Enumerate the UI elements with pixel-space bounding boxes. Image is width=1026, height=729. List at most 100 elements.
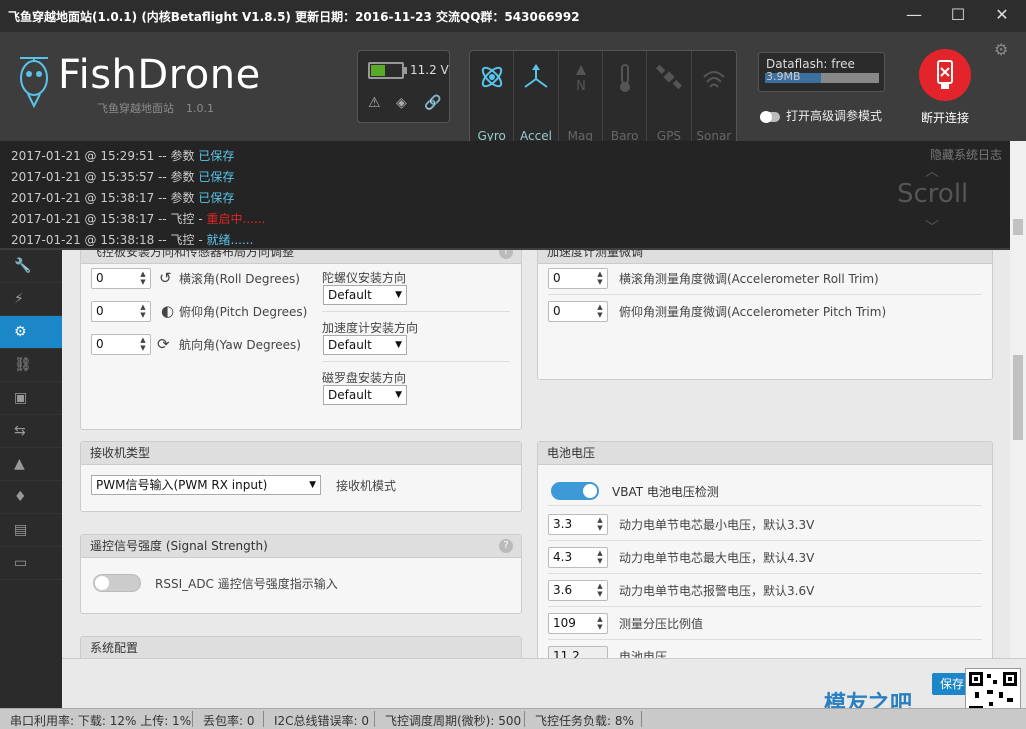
help-icon[interactable]: ?: [499, 539, 513, 553]
pitch-degrees-input[interactable]: 0 ▲ ▼: [91, 301, 151, 322]
expert-mode-switch[interactable]: [760, 110, 780, 123]
log-scroll-indicator: ︿ Scroll ﹀: [897, 155, 968, 243]
receiver-panel: 接收机类型 PWM信号输入(PWM RX input) ▼ 接收机模式: [80, 441, 522, 512]
cycle-time: 飞控调度周期(微秒): 500: [385, 714, 522, 728]
sensor-gyro: Gyro: [470, 51, 515, 150]
yaw-label: 航向角(Yaw Degrees): [179, 338, 301, 352]
acc-roll-trim-label: 横滚角测量角度微调(Accelerometer Roll Trim): [619, 272, 879, 286]
expert-mode-label: 打开高级调参模式: [786, 109, 883, 123]
acc-pitch-trim-input[interactable]: 0 ▲ ▼: [548, 301, 608, 322]
mag-align-select[interactable]: Default ▼: [323, 385, 407, 405]
acc-align-select[interactable]: Default ▼: [323, 335, 407, 355]
rssi-title: 遥控信号强度 (Signal Strength): [81, 535, 521, 558]
title-bar: 飞鱼穿越地面站(1.0.1) (内核Betaflight V1.8.5) 更新日…: [0, 0, 1026, 32]
nav-chip-icon[interactable]: ▤: [0, 514, 62, 547]
chevron-down-icon: ﹀: [925, 220, 939, 236]
log-line: 2017-01-21 @ 15:35:57 -- 参数 已保存: [11, 170, 235, 184]
subtitle-text: 飞鱼穿越地面站: [97, 102, 174, 115]
svg-text:N: N: [576, 79, 586, 93]
battery-voltage-panel: 电池电压 VBAT 电池电压检测 3.3 ▲ ▼ 动力电单节电芯最小电压，默认3.3…: [537, 441, 993, 658]
nav-motor-icon[interactable]: ▲: [0, 448, 62, 481]
dataflash-size: 3.9MB: [766, 70, 801, 83]
close-button[interactable]: ✕: [990, 4, 1014, 26]
log-scrollbar[interactable]: [1010, 141, 1026, 250]
min-cell-voltage-input[interactable]: 3.3 ▲ ▼: [548, 514, 608, 535]
battery-voltage-readout: 11.2: [548, 646, 608, 658]
app-subtitle: 飞鱼穿越地面站 1.0.1: [97, 100, 214, 116]
log-line: 2017-01-21 @ 15:29:51 -- 参数 已保存: [11, 149, 235, 163]
voltage-scale-label: 测量分压比例值: [619, 617, 704, 631]
sensor-accel: Accel: [514, 51, 559, 150]
max-cell-voltage-label: 动力电单节电芯最大电压，默认4.3V: [619, 551, 815, 565]
port-utilization: 串口利用率: 下载: 12% 上传: 1%: [10, 714, 192, 728]
cpu-load: 飞控任务负载: 8%: [535, 714, 634, 728]
roll-degrees-input[interactable]: 0 ▲ ▼: [91, 268, 151, 289]
log-line: 2017-01-21 @ 15:38:17 -- 参数 已保存: [11, 191, 235, 205]
board-alignment-panel: 飞控板安装方向和传感器布局方向调整 ? 0 ▲ ▼ ↺ 横滚角(Roll Degre…: [80, 250, 522, 430]
acc-roll-trim-input[interactable]: 0 ▲ ▼: [548, 268, 608, 289]
nav-gear-icon[interactable]: ⚙: [0, 316, 62, 349]
diamond-icon: ◈: [396, 95, 407, 111]
app-version: 1.0.1: [186, 102, 214, 115]
yaw-icon: ⟳: [157, 335, 170, 353]
acc-align-label: 加速度计安装方向: [322, 321, 419, 335]
system-log: 2017-01-21 @ 15:29:51 -- 参数 已保存 2017-01-…: [0, 141, 1026, 250]
sensor-baro: Baro: [603, 51, 648, 150]
nav-robot-icon[interactable]: ▣: [0, 382, 62, 415]
warning-cell-voltage-input[interactable]: 3.6 ▲ ▼: [548, 580, 608, 601]
maximize-button[interactable]: ☐: [946, 4, 970, 26]
nav-window-icon[interactable]: ▭: [0, 547, 62, 580]
nav-network-icon[interactable]: ⛓: [0, 349, 62, 382]
app-header: FishDrone 飞鱼穿越地面站 1.0.1 11.2 V ⚠ ◈ 🔗 Gyro…: [0, 32, 1026, 151]
usb-icon: [937, 60, 953, 89]
status-bar: 串口利用率: 下载: 12% 上传: 1% 丢包率: 0 I2C总线错误率: 0…: [0, 708, 1026, 729]
battery-icon: [368, 62, 404, 79]
disconnect-button[interactable]: [919, 49, 971, 101]
main-scrollbar[interactable]: [1010, 250, 1026, 658]
accel-icon: [524, 64, 548, 88]
expert-mode-toggle[interactable]: 打开高级调参模式: [760, 107, 882, 123]
sensor-gps: GPS: [647, 51, 692, 150]
minimize-button[interactable]: —: [902, 4, 926, 26]
receiver-mode-label: 接收机模式: [336, 479, 397, 493]
voltage-scale-input[interactable]: 109 ▲ ▼: [548, 613, 608, 634]
acc-pitch-trim-label: 俯仰角测量角度微调(Accelerometer Pitch Trim): [619, 305, 887, 319]
max-cell-voltage-input[interactable]: 4.3 ▲ ▼: [548, 547, 608, 568]
disconnect-label[interactable]: 断开连接: [915, 109, 975, 126]
rssi-adc-toggle[interactable]: [93, 574, 141, 592]
nav-plug-icon[interactable]: ⚡: [0, 283, 62, 316]
battery-voltage: 11.2 V: [410, 63, 449, 77]
main-content: 飞控板安装方向和传感器布局方向调整 ? 0 ▲ ▼ ↺ 横滚角(Roll Degre…: [62, 250, 1010, 658]
acc-trim-title: 加速度计测量微调: [538, 250, 992, 264]
nav-wrench-icon[interactable]: 🔧: [0, 250, 62, 283]
roll-label: 横滚角(Roll Degrees): [179, 272, 300, 286]
sonar-icon: [702, 71, 725, 88]
battery-panel: 11.2 V ⚠ ◈ 🔗: [357, 50, 450, 123]
sensor-sonar: Sonar: [692, 51, 736, 150]
dataflash-label: Dataflash: free: [766, 57, 855, 71]
dataflash-status: Dataflash: free 3.9MB: [758, 52, 885, 92]
battery-title: 电池电压: [538, 442, 992, 465]
nav-switch-icon[interactable]: ⇆: [0, 415, 62, 448]
gyro-align-select[interactable]: Default ▼: [323, 285, 407, 305]
receiver-title: 接收机类型: [81, 442, 521, 465]
receiver-mode-select[interactable]: PWM信号输入(PWM RX input) ▼: [91, 475, 321, 495]
log-line: 2017-01-21 @ 15:38:17 -- 飞控 - 重启中......: [11, 212, 266, 226]
compass-icon: N: [575, 65, 586, 93]
vbat-label: VBAT 电池电压检测: [612, 485, 719, 499]
thermometer-icon: [619, 64, 630, 92]
gyro-align-label: 陀螺仪安装方向: [322, 271, 407, 285]
fish-logo-icon: [20, 57, 48, 109]
settings-gear-icon[interactable]: ⚙: [994, 40, 1008, 59]
vbat-toggle[interactable]: [551, 482, 599, 500]
nav-led-icon[interactable]: ♦: [0, 481, 62, 514]
pitch-label: 俯仰角(Pitch Degrees): [179, 305, 308, 319]
acc-trim-panel: 加速度计测量微调 0 ▲ ▼ 横滚角测量角度微调(Accelerometer Rol…: [537, 250, 993, 380]
rssi-adc-label: RSSI_ADC 遥控信号强度指示输入: [155, 577, 338, 591]
i2c-error-count: I2C总线错误率: 0: [274, 714, 370, 728]
roll-icon: ↺: [159, 269, 172, 287]
packet-loss: 丢包率: 0: [203, 714, 255, 728]
sensor-mag: N Mag: [559, 51, 603, 150]
yaw-degrees-input[interactable]: 0 ▲ ▼: [91, 334, 151, 355]
chevron-up-icon: ︿: [925, 164, 939, 180]
